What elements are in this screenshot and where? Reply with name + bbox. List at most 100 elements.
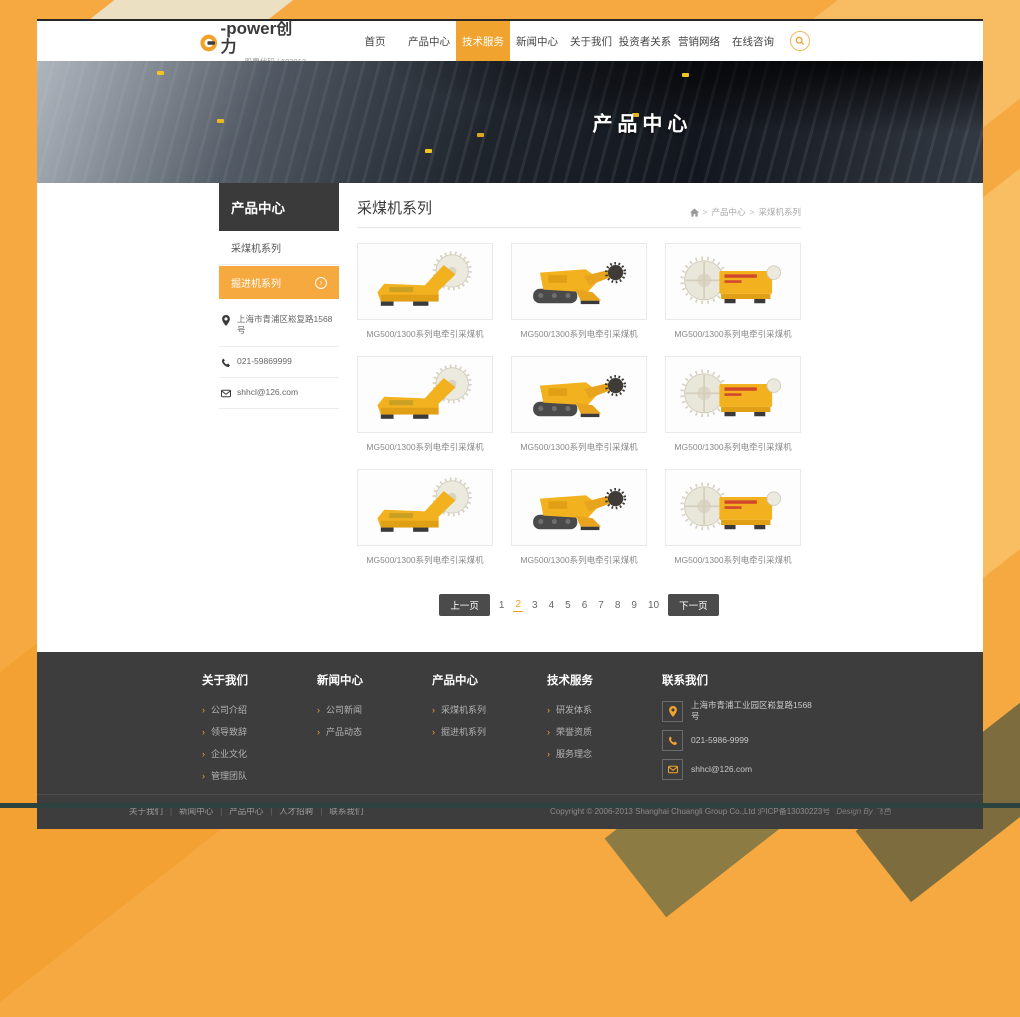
footer-email: shhcl@126.com	[662, 759, 818, 780]
footer-col-tech: 技术服务 研发体系 荣誉资质 服务理念	[547, 672, 662, 788]
main-panel: 采煤机系列 > 产品中心 > 采煤机系列 MG500/1300系列电牵引采煤机	[357, 183, 801, 652]
product-card[interactable]: MG500/1300系列电牵引采煤机	[511, 469, 647, 566]
home-icon[interactable]	[690, 208, 699, 217]
page-number[interactable]: 5	[563, 599, 573, 612]
email-text: shhcl@126.com	[691, 764, 752, 775]
footer-link[interactable]: 公司新闻	[317, 705, 362, 715]
location-pin-icon	[221, 315, 231, 326]
nav-item-tech-service[interactable]: 技术服务	[456, 21, 510, 61]
sidebar-contact: 上海市青浦区崧复路1568号 021-59869999 shhcl@126.co…	[219, 305, 339, 409]
sidebar-item-roadheader-series[interactable]: 掘进机系列 ›	[219, 266, 339, 299]
nav-item-online-consult[interactable]: 在线咨询	[726, 21, 780, 61]
footer-address: 上海市青浦工业园区崧复路1568号	[662, 700, 818, 722]
page-number[interactable]: 7	[596, 599, 606, 612]
address-text: 上海市青浦区崧复路1568号	[237, 314, 337, 337]
page-number[interactable]: 9	[629, 599, 639, 612]
footer-link[interactable]: 荣誉资质	[547, 727, 592, 737]
logo-c-icon	[200, 34, 218, 52]
location-pin-icon	[662, 701, 683, 722]
page-number[interactable]: 8	[613, 599, 623, 612]
nav-item-products[interactable]: 产品中心	[402, 21, 456, 61]
product-card[interactable]: MG500/1300系列电牵引采煤机	[665, 469, 801, 566]
email-text: shhcl@126.com	[237, 387, 298, 398]
page-number[interactable]: 3	[530, 599, 540, 612]
footer-phone: 021-5986-9999	[662, 730, 818, 751]
nav-item-home[interactable]: 首页	[348, 21, 402, 61]
nav-item-about[interactable]: 关于我们	[564, 21, 618, 61]
product-title[interactable]: MG500/1300系列电牵引采煤机	[357, 554, 493, 566]
product-card[interactable]: MG500/1300系列电牵引采煤机	[357, 469, 493, 566]
product-card[interactable]: MG500/1300系列电牵引采煤机	[511, 243, 647, 340]
product-grid: MG500/1300系列电牵引采煤机 MG500/1300系列电牵引采煤机 MG…	[357, 243, 801, 566]
product-card[interactable]: MG500/1300系列电牵引采煤机	[357, 243, 493, 340]
email-icon	[662, 759, 683, 780]
phone-icon	[221, 357, 231, 368]
product-image	[665, 469, 801, 546]
footer-bottom-bar: 关于我们| 新闻中心| 产品中心| 人才招聘| 联系我们 Copyright ©…	[37, 794, 983, 829]
product-card[interactable]: MG500/1300系列电牵引采煤机	[665, 243, 801, 340]
page-number[interactable]: 1	[497, 599, 507, 612]
breadcrumb-products[interactable]: 产品中心	[712, 206, 746, 218]
page-number[interactable]: 10	[646, 599, 661, 612]
footer-link[interactable]: 管理团队	[202, 771, 247, 781]
product-image	[511, 356, 647, 433]
chevron-right-icon: ›	[315, 277, 327, 289]
product-card[interactable]: MG500/1300系列电牵引采煤机	[511, 356, 647, 453]
product-card[interactable]: MG500/1300系列电牵引采煤机	[665, 356, 801, 453]
nav-item-investor[interactable]: 投资者关系	[618, 21, 672, 61]
page-number[interactable]: 6	[580, 599, 590, 612]
product-title[interactable]: MG500/1300系列电牵引采煤机	[665, 328, 801, 340]
sidebar-address: 上海市青浦区崧复路1568号	[219, 305, 339, 347]
footer-link[interactable]: 企业文化	[202, 749, 247, 759]
prev-page-button[interactable]: 上一页	[439, 594, 490, 616]
page-number-current[interactable]: 2	[513, 598, 523, 612]
footer-link[interactable]: 公司介绍	[202, 705, 247, 715]
footer-col-products: 产品中心 采煤机系列 掘进机系列	[432, 672, 547, 788]
footer-link[interactable]: 掘进机系列	[432, 727, 486, 737]
product-title[interactable]: MG500/1300系列电牵引采煤机	[511, 441, 647, 453]
footer-col-title: 关于我们	[202, 672, 317, 688]
breadcrumb-current[interactable]: 采煤机系列	[758, 206, 801, 218]
header: -power创力 股票代码 / 603012 首页 产品中心 技术服务 新闻中心…	[37, 21, 983, 61]
footer-col-title: 新闻中心	[317, 672, 432, 688]
email-icon	[221, 388, 231, 399]
footer-link[interactable]: 产品动态	[317, 727, 362, 737]
footer-link[interactable]: 领导致辞	[202, 727, 247, 737]
product-title[interactable]: MG500/1300系列电牵引采煤机	[665, 554, 801, 566]
main-nav: 首页 产品中心 技术服务 新闻中心 关于我们 投资者关系 营销网络 在线咨询	[348, 21, 820, 61]
footer-link[interactable]: 服务理念	[547, 749, 592, 759]
sidebar-email: shhcl@126.com	[219, 378, 339, 409]
search-icon	[790, 31, 810, 51]
product-title[interactable]: MG500/1300系列电牵引采煤机	[665, 441, 801, 453]
nav-item-news[interactable]: 新闻中心	[510, 21, 564, 61]
product-image	[511, 243, 647, 320]
logo-texts: -power创力 股票代码 / 603012	[221, 20, 306, 66]
sidebar-item-shearer-series[interactable]: 采煤机系列	[219, 231, 339, 265]
sidebar-title: 产品中心	[219, 183, 339, 231]
product-title[interactable]: MG500/1300系列电牵引采煤机	[511, 554, 647, 566]
breadcrumb: > 产品中心 > 采煤机系列	[690, 206, 801, 218]
sidebar-item-label: 掘进机系列	[231, 275, 281, 290]
product-title[interactable]: MG500/1300系列电牵引采煤机	[357, 441, 493, 453]
product-title[interactable]: MG500/1300系列电牵引采煤机	[357, 328, 493, 340]
product-card[interactable]: MG500/1300系列电牵引采煤机	[357, 356, 493, 453]
nav-item-marketing[interactable]: 营销网络	[672, 21, 726, 61]
sidebar-phone: 021-59869999	[219, 347, 339, 378]
logo[interactable]: -power创力 股票代码 / 603012	[200, 21, 306, 61]
footer-link[interactable]: 研发体系	[547, 705, 592, 715]
sidebar-item-label: 采煤机系列	[231, 240, 281, 255]
next-page-button[interactable]: 下一页	[668, 594, 719, 616]
search-button[interactable]	[780, 21, 820, 61]
pagination: 上一页 1 2 3 4 5 6 7 8 9 10 下一页	[357, 594, 801, 616]
phone-text: 021-5986-9999	[691, 735, 749, 746]
product-title[interactable]: MG500/1300系列电牵引采煤机	[511, 328, 647, 340]
footer-col-title: 联系我们	[662, 672, 818, 688]
product-image	[357, 469, 493, 546]
footer-link[interactable]: 采煤机系列	[432, 705, 486, 715]
address-text: 上海市青浦工业园区崧复路1568号	[691, 700, 818, 722]
page-title: 采煤机系列	[357, 197, 432, 218]
banner-title: 产品中心	[592, 108, 692, 137]
content-area: 产品中心 采煤机系列 掘进机系列 › 上海市青浦区崧复路1568号 021-59…	[37, 183, 983, 652]
page-number[interactable]: 4	[547, 599, 557, 612]
phone-icon	[662, 730, 683, 751]
